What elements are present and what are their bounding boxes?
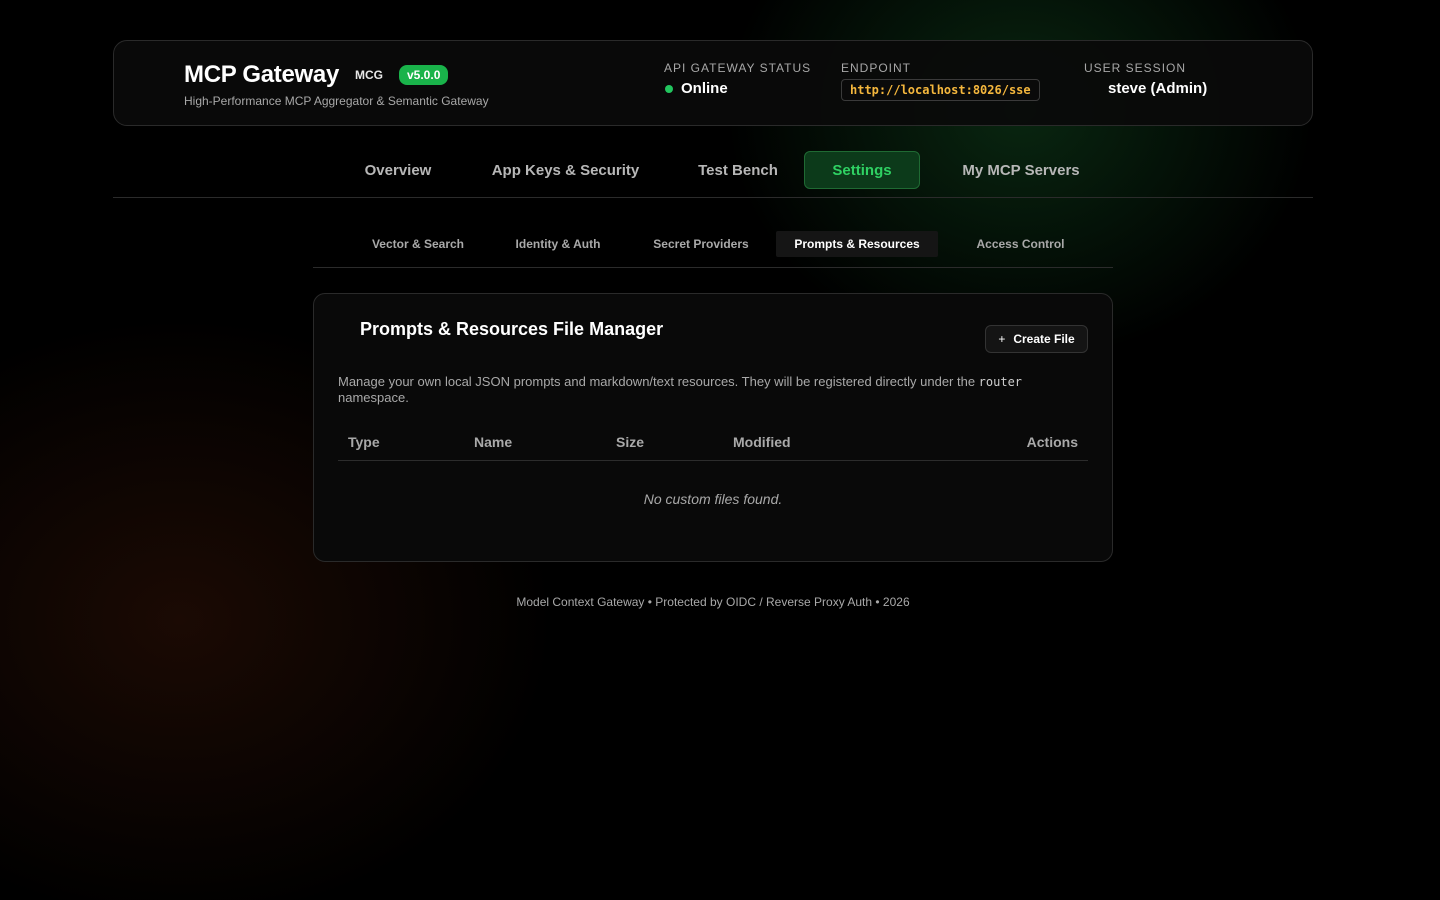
- subtab-vector-search[interactable]: Vector & Search: [358, 231, 478, 257]
- create-file-label: Create File: [1013, 332, 1075, 346]
- subtab-prompts-resources[interactable]: Prompts & Resources: [776, 231, 938, 257]
- version-badge: v5.0.0: [399, 65, 449, 85]
- column-header-type: Type: [348, 434, 380, 450]
- endpoint-label: ENDPOINT: [841, 61, 912, 75]
- create-file-button[interactable]: + Create File: [985, 325, 1088, 353]
- panel-description: Manage your own local JSON prompts and m…: [338, 374, 1058, 405]
- gateway-status: API GATEWAY STATUS Online: [664, 61, 811, 97]
- subtab-access-control[interactable]: Access Control: [963, 231, 1078, 257]
- main-nav: Overview App Keys & Security Test Bench …: [113, 151, 1313, 198]
- app-abbreviation: MCG: [355, 68, 383, 82]
- app-title: MCP Gateway: [184, 61, 339, 88]
- endpoint-url[interactable]: http://localhost:8026/sse: [841, 79, 1040, 101]
- tab-app-keys-security[interactable]: App Keys & Security: [478, 151, 653, 189]
- user-session: USER SESSION steve (Admin): [1084, 61, 1207, 97]
- page-footer: Model Context Gateway • Protected by OID…: [516, 595, 910, 609]
- column-header-size: Size: [616, 434, 645, 450]
- panel-title: Prompts & Resources File Manager: [360, 319, 664, 339]
- settings-subnav: Vector & Search Identity & Auth Secret P…: [313, 231, 1113, 268]
- column-header-modified: Modified: [733, 434, 791, 450]
- subtab-identity-auth[interactable]: Identity & Auth: [503, 231, 613, 257]
- plus-icon: +: [998, 332, 1006, 346]
- namespace-code: router: [978, 375, 1023, 389]
- description-text-end: namespace.: [338, 390, 409, 405]
- tab-settings[interactable]: Settings: [804, 151, 920, 189]
- brand: MCP Gateway MCG v5.0.0 High-Performance …: [184, 61, 489, 108]
- tab-overview[interactable]: Overview: [348, 151, 448, 189]
- user-session-value[interactable]: steve (Admin): [1108, 80, 1207, 97]
- gateway-status-value: Online: [681, 80, 728, 97]
- endpoint-info: ENDPOINT http://localhost:8026/sse: [841, 61, 1040, 101]
- subtab-secret-providers[interactable]: Secret Providers: [641, 231, 761, 257]
- file-manager-panel: Prompts & Resources File Manager + Creat…: [313, 293, 1113, 562]
- column-header-actions: Actions: [1026, 434, 1078, 450]
- status-online-icon: [665, 84, 673, 93]
- description-text: Manage your own local JSON prompts and m…: [338, 374, 979, 389]
- tab-test-bench[interactable]: Test Bench: [683, 151, 793, 189]
- empty-state-message: No custom files found.: [643, 491, 783, 507]
- app-subtitle: High-Performance MCP Aggregator & Semant…: [184, 94, 489, 108]
- gateway-status-label: API GATEWAY STATUS: [664, 61, 812, 75]
- column-header-name: Name: [474, 434, 513, 450]
- user-session-label: USER SESSION: [1084, 61, 1187, 75]
- files-table-header: Type Name Size Modified Actions: [338, 422, 1088, 461]
- app-header: MCP Gateway MCG v5.0.0 High-Performance …: [113, 40, 1313, 126]
- tab-my-mcp-servers[interactable]: My MCP Servers: [946, 151, 1096, 189]
